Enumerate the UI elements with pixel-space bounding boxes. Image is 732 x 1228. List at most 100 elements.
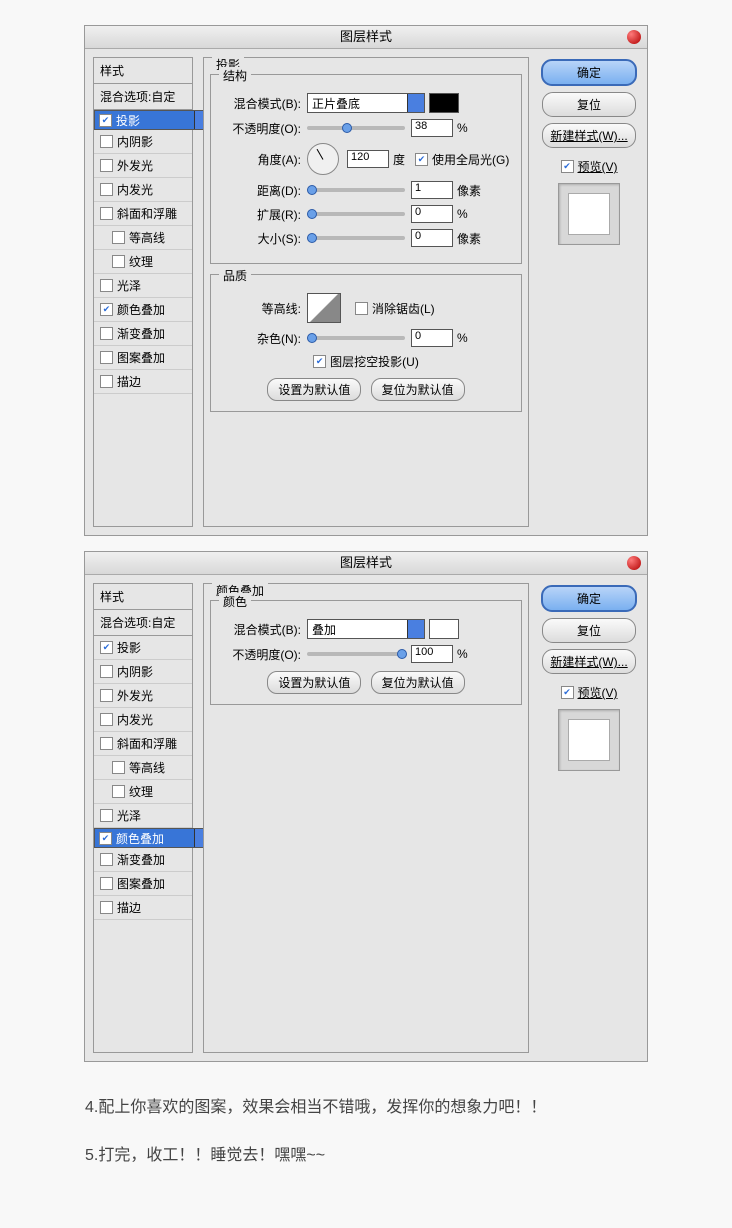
distance-slider[interactable] bbox=[307, 188, 405, 192]
blend-mode-select[interactable]: 正片叠底 bbox=[307, 93, 425, 113]
sidebar-item[interactable]: 内发光 bbox=[94, 178, 192, 202]
right-column: 确定 复位 新建样式(W)... 预览(V) bbox=[539, 57, 639, 527]
effect-checkbox[interactable] bbox=[100, 901, 113, 914]
set-default-button[interactable]: 设置为默认值 bbox=[267, 671, 361, 694]
preview-swatch bbox=[558, 709, 620, 771]
spread-slider[interactable] bbox=[307, 212, 405, 216]
global-light-checkbox[interactable] bbox=[415, 153, 428, 166]
effect-checkbox[interactable] bbox=[100, 303, 113, 316]
sidebar-header-blend[interactable]: 混合选项:自定 bbox=[94, 84, 192, 110]
effect-checkbox[interactable] bbox=[99, 114, 112, 127]
overlay-color-swatch[interactable] bbox=[429, 619, 459, 639]
sidebar-item[interactable]: 等高线 bbox=[94, 756, 192, 780]
effect-checkbox[interactable] bbox=[100, 375, 113, 388]
sidebar-item[interactable]: 内阴影 bbox=[94, 130, 192, 154]
ok-button[interactable]: 确定 bbox=[541, 59, 637, 86]
sidebar-item[interactable]: 光泽 bbox=[94, 804, 192, 828]
effect-checkbox[interactable] bbox=[100, 809, 113, 822]
size-slider[interactable] bbox=[307, 236, 405, 240]
sidebar-item[interactable]: 渐变叠加 bbox=[94, 322, 192, 346]
effect-checkbox[interactable] bbox=[100, 689, 113, 702]
sidebar-item[interactable]: 颜色叠加 bbox=[94, 298, 192, 322]
sidebar-item-label: 纹理 bbox=[129, 253, 153, 270]
effect-checkbox[interactable] bbox=[100, 207, 113, 220]
sidebar-item[interactable]: 纹理 bbox=[94, 250, 192, 274]
effect-checkbox[interactable] bbox=[100, 135, 113, 148]
sidebar-header-styles[interactable]: 样式 bbox=[94, 584, 192, 610]
sidebar-item[interactable]: 描边 bbox=[94, 370, 192, 394]
opacity-input[interactable]: 38 bbox=[411, 119, 453, 137]
sidebar-item[interactable]: 投影 bbox=[94, 110, 212, 130]
sidebar-item[interactable]: 外发光 bbox=[94, 154, 192, 178]
sidebar-item[interactable]: 外发光 bbox=[94, 684, 192, 708]
sidebar-header-blend[interactable]: 混合选项:自定 bbox=[94, 610, 192, 636]
sidebar-item-label: 投影 bbox=[117, 639, 141, 656]
effect-checkbox[interactable] bbox=[99, 832, 112, 845]
effect-checkbox[interactable] bbox=[100, 853, 113, 866]
cancel-button[interactable]: 复位 bbox=[542, 618, 636, 643]
opacity-label: 不透明度(O): bbox=[219, 120, 301, 137]
contour-picker[interactable] bbox=[307, 293, 341, 323]
set-default-button[interactable]: 设置为默认值 bbox=[267, 378, 361, 401]
new-style-button[interactable]: 新建样式(W)... bbox=[542, 123, 636, 148]
reset-default-button[interactable]: 复位为默认值 bbox=[371, 671, 465, 694]
spread-input[interactable]: 0 bbox=[411, 205, 453, 223]
sidebar-header-styles[interactable]: 样式 bbox=[94, 58, 192, 84]
effect-checkbox[interactable] bbox=[100, 279, 113, 292]
opacity-slider[interactable] bbox=[307, 652, 405, 656]
sidebar-item[interactable]: 渐变叠加 bbox=[94, 848, 192, 872]
antialias-checkbox[interactable] bbox=[355, 302, 368, 315]
close-icon[interactable] bbox=[627, 556, 641, 570]
effect-checkbox[interactable] bbox=[100, 641, 113, 654]
effect-checkbox[interactable] bbox=[100, 713, 113, 726]
sidebar-item[interactable]: 等高线 bbox=[94, 226, 192, 250]
effect-checkbox[interactable] bbox=[112, 761, 125, 774]
sidebar-item[interactable]: 颜色叠加 bbox=[94, 828, 212, 848]
preview-checkbox[interactable] bbox=[561, 160, 574, 173]
angle-input[interactable]: 120 bbox=[347, 150, 389, 168]
sidebar-item-label: 内阴影 bbox=[117, 663, 153, 680]
effect-checkbox[interactable] bbox=[100, 737, 113, 750]
noise-slider[interactable] bbox=[307, 336, 405, 340]
sidebar-item[interactable]: 投影 bbox=[94, 636, 192, 660]
sidebar-item[interactable]: 内阴影 bbox=[94, 660, 192, 684]
sidebar-item[interactable]: 斜面和浮雕 bbox=[94, 202, 192, 226]
effect-checkbox[interactable] bbox=[100, 159, 113, 172]
angle-unit: 度 bbox=[393, 151, 405, 168]
sidebar-item-label: 内发光 bbox=[117, 711, 153, 728]
blend-mode-select[interactable]: 叠加 bbox=[307, 619, 425, 639]
sidebar-item[interactable]: 内发光 bbox=[94, 708, 192, 732]
effect-checkbox[interactable] bbox=[112, 785, 125, 798]
reset-default-button[interactable]: 复位为默认值 bbox=[371, 378, 465, 401]
sidebar-item-label: 图案叠加 bbox=[117, 349, 165, 366]
size-input[interactable]: 0 bbox=[411, 229, 453, 247]
effect-checkbox[interactable] bbox=[100, 351, 113, 364]
preview-swatch bbox=[558, 183, 620, 245]
opacity-unit: % bbox=[457, 647, 468, 661]
effect-checkbox[interactable] bbox=[100, 665, 113, 678]
new-style-button[interactable]: 新建样式(W)... bbox=[542, 649, 636, 674]
noise-unit: % bbox=[457, 331, 468, 345]
opacity-input[interactable]: 100 bbox=[411, 645, 453, 663]
effect-checkbox[interactable] bbox=[100, 327, 113, 340]
close-icon[interactable] bbox=[627, 30, 641, 44]
angle-dial[interactable] bbox=[307, 143, 339, 175]
noise-input[interactable]: 0 bbox=[411, 329, 453, 347]
sidebar-item[interactable]: 斜面和浮雕 bbox=[94, 732, 192, 756]
shadow-color-swatch[interactable] bbox=[429, 93, 459, 113]
cancel-button[interactable]: 复位 bbox=[542, 92, 636, 117]
preview-checkbox[interactable] bbox=[561, 686, 574, 699]
opacity-slider[interactable] bbox=[307, 126, 405, 130]
knockout-checkbox[interactable] bbox=[313, 355, 326, 368]
effect-checkbox[interactable] bbox=[100, 877, 113, 890]
sidebar-item[interactable]: 光泽 bbox=[94, 274, 192, 298]
sidebar-item[interactable]: 图案叠加 bbox=[94, 346, 192, 370]
effect-checkbox[interactable] bbox=[100, 183, 113, 196]
effect-checkbox[interactable] bbox=[112, 231, 125, 244]
effect-checkbox[interactable] bbox=[112, 255, 125, 268]
ok-button[interactable]: 确定 bbox=[541, 585, 637, 612]
distance-input[interactable]: 1 bbox=[411, 181, 453, 199]
sidebar-item[interactable]: 图案叠加 bbox=[94, 872, 192, 896]
sidebar-item[interactable]: 纹理 bbox=[94, 780, 192, 804]
sidebar-item[interactable]: 描边 bbox=[94, 896, 192, 920]
